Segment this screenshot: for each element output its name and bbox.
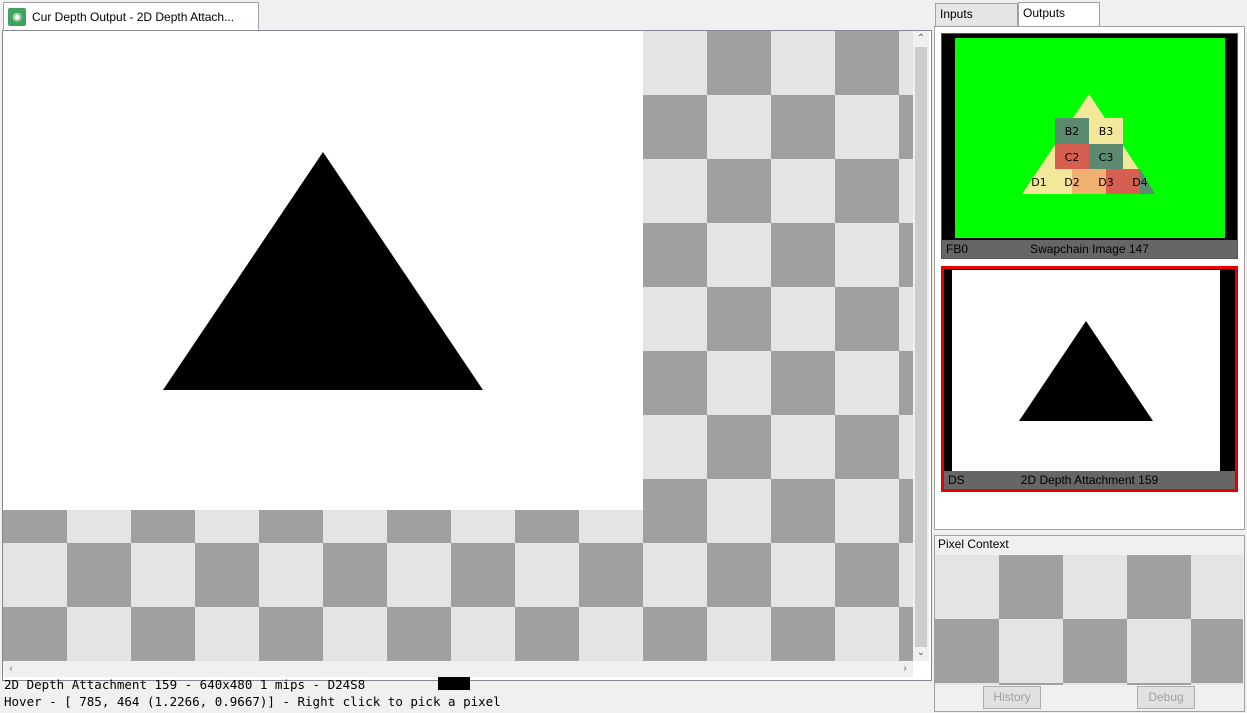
depth-texture-image[interactable] [3, 31, 643, 510]
slot-label: DS [948, 473, 965, 487]
resource-name: 2D Depth Attachment 159 [1020, 473, 1159, 487]
cell-label: B2 [1065, 125, 1080, 138]
horizontal-scrollbar[interactable]: ‹ › [3, 661, 913, 677]
depth-preview [952, 270, 1220, 471]
cell-label: D4 [1132, 176, 1147, 189]
vertical-scroll-thumb[interactable] [915, 47, 927, 647]
depth-triangle [163, 152, 483, 390]
tab-outputs-label: Outputs [1023, 6, 1066, 20]
hover-info-text: Hover - [ 785, 464 (1.2266, 0.9667)] - R… [4, 694, 501, 709]
pixel-context-title: Pixel Context [938, 537, 1009, 551]
tab-title: Cur Depth Output - 2D Depth Attach... [32, 9, 235, 24]
output-thumbnail-ds[interactable]: DS 2D Depth Attachment 159 [941, 266, 1238, 492]
swapchain-preview: B2 B3 C2 C3 D1 D2 D3 D4 [955, 38, 1225, 238]
cell-label: D3 [1098, 176, 1113, 189]
cell-label: C3 [1099, 151, 1114, 164]
cell-label: D1 [1031, 176, 1046, 189]
texture-info-text: 2D Depth Attachment 159 - 640x480 1 mips… [4, 677, 366, 692]
scroll-right-icon[interactable]: › [897, 661, 913, 677]
scroll-up-icon[interactable]: ⌃ [913, 31, 929, 47]
resource-name: Swapchain Image 147 [1030, 242, 1149, 256]
debug-button[interactable]: Debug [1137, 686, 1195, 709]
pixel-context-view[interactable] [935, 555, 1243, 685]
cell-label: B3 [1099, 125, 1114, 138]
slot-label: FB0 [946, 242, 969, 256]
tab-outputs[interactable]: Outputs [1018, 2, 1100, 27]
depth-triangle-svg [163, 152, 483, 390]
cell-label: D2 [1064, 176, 1079, 189]
outputs-panel: B2 B3 C2 C3 D1 D2 D3 D4 FB0 Swapchain Im… [934, 26, 1245, 530]
texture-viewer-tab[interactable]: ◉ Cur Depth Output - 2D Depth Attach... [3, 2, 259, 30]
pixel-value-swatch [438, 677, 470, 690]
vertical-scrollbar[interactable]: ⌃ ⌄ [913, 31, 929, 661]
scroll-left-icon[interactable]: ‹ [3, 661, 19, 677]
output-thumbnail-fb0[interactable]: B2 B3 C2 C3 D1 D2 D3 D4 FB0 Swapchain Im… [941, 33, 1238, 259]
thumbnail-label-bar: FB0 Swapchain Image 147 [942, 240, 1237, 258]
history-button[interactable]: History [983, 686, 1041, 709]
texture-viewer-icon: ◉ [8, 7, 26, 26]
cell-label: C2 [1065, 151, 1080, 164]
scroll-down-icon[interactable]: ⌄ [913, 645, 929, 661]
thumbnail-label-bar: DS 2D Depth Attachment 159 [944, 471, 1235, 489]
tab-inputs-label: Inputs [940, 7, 973, 21]
tab-inputs[interactable]: Inputs [935, 3, 1018, 26]
